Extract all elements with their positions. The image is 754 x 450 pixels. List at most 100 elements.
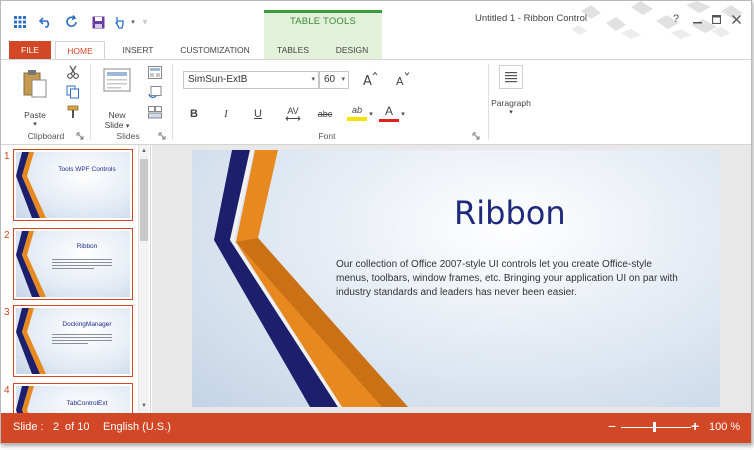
tab-insert[interactable]: INSERT: [113, 41, 163, 59]
slide-thumbnail[interactable]: 1 Tools WPF Controls: [4, 149, 133, 221]
title-bar: ▾ ▿ TABLE TOOLS Untitled 1 - Ribbon Cont…: [1, 1, 751, 41]
slide-number: 4: [4, 385, 10, 396]
font-color-label: A: [384, 104, 393, 118]
chevron-down-icon[interactable]: ▾: [489, 108, 533, 116]
highlight-button[interactable]: ab: [347, 105, 367, 121]
font-color-swatch: [379, 119, 399, 122]
paragraph-label[interactable]: Paragraph: [489, 98, 533, 108]
font-name-value: SimSun-ExtB: [188, 74, 248, 85]
thumbnail-title: TabControlExt: [66, 400, 108, 407]
shrink-font-icon[interactable]: A: [393, 70, 411, 88]
thumbnail-title: Ribbon: [76, 243, 98, 250]
slide-number: 2: [4, 230, 10, 241]
tab-customization[interactable]: CUSTOMIZATION: [171, 41, 259, 59]
clipboard-launcher-icon[interactable]: [76, 132, 84, 140]
qat-customize-icon[interactable]: ▿: [139, 11, 151, 33]
strikethrough-button[interactable]: abc: [315, 109, 335, 119]
redo-icon[interactable]: [59, 11, 85, 33]
scroll-down-icon[interactable]: ▼: [139, 401, 149, 411]
save-icon[interactable]: [85, 11, 111, 33]
highlight-label: ab: [351, 105, 362, 115]
tab-design[interactable]: DESIGN: [322, 41, 382, 59]
paste-dropdown-icon[interactable]: ▾: [15, 120, 55, 128]
slides-group-label: Slides: [116, 131, 140, 141]
maximize-button[interactable]: [706, 10, 726, 28]
scroll-thumb[interactable]: [140, 159, 148, 241]
app-window: ▾ ▿ TABLE TOOLS Untitled 1 - Ribbon Cont…: [0, 0, 752, 444]
ribbon-home: Paste ▾ Clipboard New Slide ▾ Slides Sim…: [1, 59, 751, 145]
format-painter-icon[interactable]: [65, 104, 81, 120]
close-button[interactable]: [726, 10, 746, 28]
bold-button[interactable]: B: [187, 108, 201, 120]
reset-slide-icon[interactable]: [147, 84, 163, 100]
touch-mode-icon[interactable]: [111, 11, 127, 33]
svg-text:A: A: [396, 75, 404, 87]
zoom-slider-track[interactable]: [621, 427, 691, 428]
ribbon-tabs: FILE HOME INSERT CUSTOMIZATION TABLES DE…: [1, 41, 751, 60]
quick-access-toolbar: ▾ ▿: [7, 9, 151, 35]
grow-font-icon[interactable]: A: [361, 70, 379, 88]
language-indicator[interactable]: English (U.S.): [103, 421, 171, 433]
paste-icon[interactable]: [19, 66, 51, 102]
copy-icon[interactable]: [65, 84, 81, 100]
paste-label[interactable]: Paste: [15, 110, 55, 120]
thumbnail-canvas: Ribbon: [16, 231, 130, 297]
underline-button[interactable]: U: [251, 108, 265, 120]
svg-text:A: A: [363, 74, 372, 87]
slide-layout-icon[interactable]: [147, 64, 163, 80]
slide-count: of 10: [65, 421, 90, 433]
status-bar: Slide : 2 of 10 English (U.S.) − + 100 %: [1, 413, 751, 443]
new-slide-icon[interactable]: [101, 66, 133, 94]
paragraph-icon[interactable]: [499, 65, 523, 89]
character-spacing-label: AV: [287, 106, 299, 116]
slide-number-indicator: 2: [53, 421, 60, 433]
slide-number: 1: [4, 151, 10, 162]
zoom-level[interactable]: 100 %: [709, 421, 740, 433]
character-spacing-button[interactable]: AV: [283, 106, 303, 121]
zoom-out-button[interactable]: −: [608, 418, 616, 434]
slide-stripes-graphic: [16, 152, 46, 218]
slide-thumbnail[interactable]: 3 DockingManager: [4, 305, 133, 377]
font-size-value: 60: [324, 74, 336, 85]
zoom-slider-thumb[interactable]: [653, 422, 656, 432]
thumbnail-canvas: DockingManager: [16, 308, 130, 374]
scroll-up-icon[interactable]: ▲: [139, 146, 149, 156]
font-size-combobox[interactable]: 60 ▾: [319, 71, 349, 89]
group-divider: [90, 64, 91, 140]
section-icon[interactable]: [147, 104, 163, 120]
chevron-down-icon[interactable]: ▾: [367, 110, 375, 118]
thumbnail-title: Tools WPF Controls: [58, 166, 116, 173]
tab-file[interactable]: FILE: [9, 41, 51, 59]
current-slide[interactable]: Ribbon Our collection of Office 2007-sty…: [192, 150, 720, 407]
tab-home[interactable]: HOME: [55, 41, 105, 60]
slide-body-text[interactable]: Our collection of Office 2007-style UI c…: [336, 258, 686, 300]
help-button[interactable]: ?: [666, 10, 686, 28]
undo-icon[interactable]: [33, 11, 59, 33]
zoom-in-button[interactable]: +: [691, 418, 699, 434]
font-name-combobox[interactable]: SimSun-ExtB ▾: [183, 71, 319, 89]
thumbnail-canvas: Tools WPF Controls: [16, 152, 130, 218]
slide-label: Slide :: [13, 421, 44, 433]
new-slide-label[interactable]: New: [99, 110, 135, 120]
thumbnails-scrollbar[interactable]: ▲ ▼: [138, 145, 149, 413]
italic-button[interactable]: I: [219, 108, 233, 120]
tab-tables[interactable]: TABLES: [264, 41, 322, 59]
slide-thumbnail[interactable]: 2 Ribbon: [4, 228, 133, 300]
slides-launcher-icon[interactable]: [158, 132, 166, 140]
chevron-down-icon[interactable]: ▾: [341, 72, 345, 88]
app-menu-icon[interactable]: [7, 11, 33, 33]
font-launcher-icon[interactable]: [472, 132, 480, 140]
font-color-button[interactable]: A: [379, 104, 399, 122]
chevron-down-icon[interactable]: ▾: [311, 72, 315, 88]
minimize-button[interactable]: [687, 10, 707, 28]
highlight-color-swatch: [347, 117, 367, 121]
qat-dropdown-icon[interactable]: ▾: [127, 11, 139, 33]
cut-icon[interactable]: [65, 64, 81, 80]
window-title: Untitled 1 - Ribbon Control: [475, 13, 587, 24]
slide-thumbnails-panel: 1 Tools WPF Controls 2 Ribbon 3 DockingM…: [1, 145, 151, 443]
new-slide-label-line2[interactable]: Slide ▾: [99, 120, 135, 130]
contextual-tab-label: TABLE TOOLS: [289, 16, 357, 27]
chevron-down-icon[interactable]: ▾: [399, 110, 407, 118]
slide-title[interactable]: Ribbon: [454, 194, 566, 232]
slide-editor: Ribbon Our collection of Office 2007-sty…: [152, 145, 751, 413]
